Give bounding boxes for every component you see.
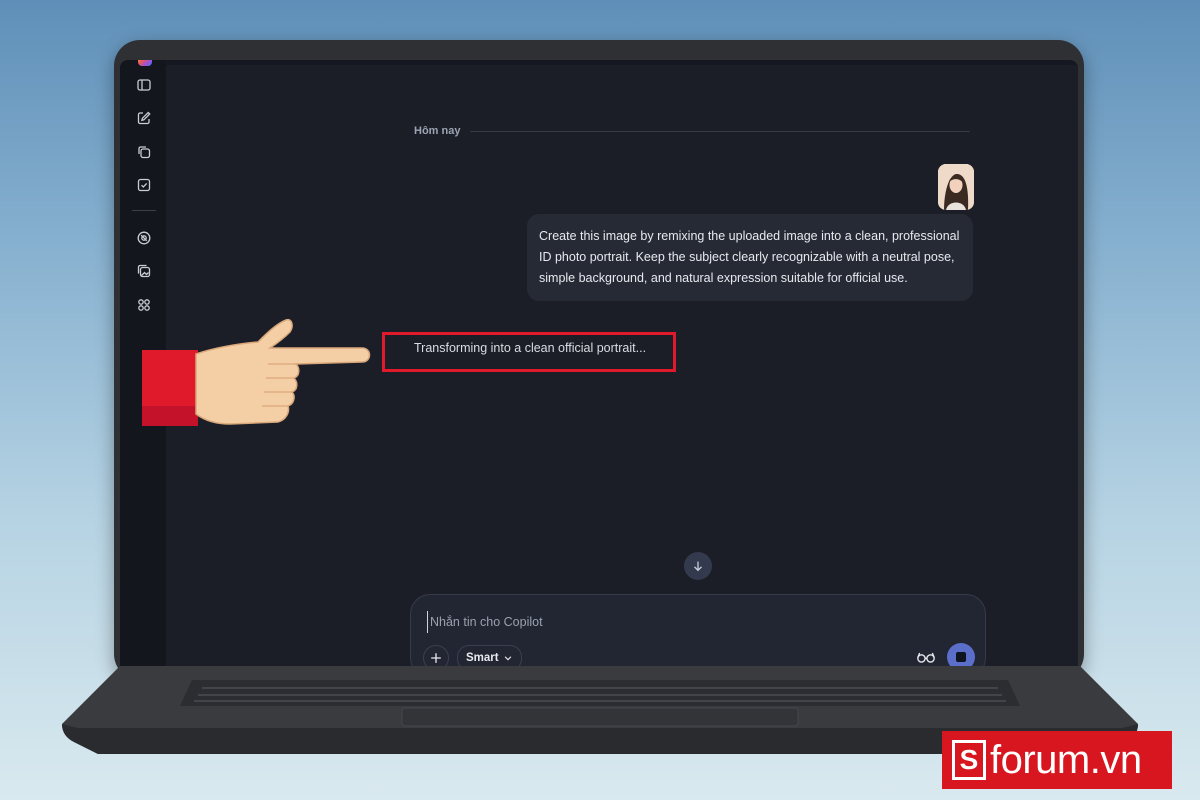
discover-icon[interactable]: [135, 229, 153, 247]
image-library-icon[interactable]: [135, 262, 153, 280]
stop-icon: [956, 652, 966, 662]
arrow-down-icon: [694, 561, 702, 572]
highlight-annotation-box: [382, 332, 676, 372]
date-separator: Hôm nay: [414, 121, 970, 141]
tasks-icon[interactable]: [135, 176, 153, 194]
plus-icon: [431, 653, 441, 663]
date-label: Hôm nay: [414, 125, 461, 137]
forum-watermark: S forum.vn: [942, 731, 1172, 789]
date-divider-line: [470, 130, 970, 132]
chevron-down-icon: [504, 656, 511, 661]
user-message-bubble: Create this image by remixing the upload…: [527, 214, 973, 301]
copilot-logo: [138, 60, 152, 66]
glasses-icon: [917, 652, 935, 663]
user-message-text: Create this image by remixing the upload…: [539, 229, 960, 285]
uploaded-image-thumbnail[interactable]: [938, 164, 974, 210]
watermark-text: forum.vn: [990, 737, 1142, 782]
scroll-to-bottom-button[interactable]: [684, 552, 712, 580]
pointing-hand-icon: [142, 318, 371, 426]
sidebar-toggle-icon[interactable]: [135, 76, 153, 94]
mode-label: Smart: [466, 652, 499, 664]
new-chat-icon[interactable]: [135, 109, 153, 127]
message-input[interactable]: [427, 611, 932, 633]
vision-button[interactable]: [915, 648, 937, 666]
apps-icon[interactable]: [135, 296, 153, 314]
forum-logo-icon: S: [952, 740, 986, 780]
sidebar-divider: [132, 210, 156, 211]
pages-icon[interactable]: [135, 143, 153, 161]
